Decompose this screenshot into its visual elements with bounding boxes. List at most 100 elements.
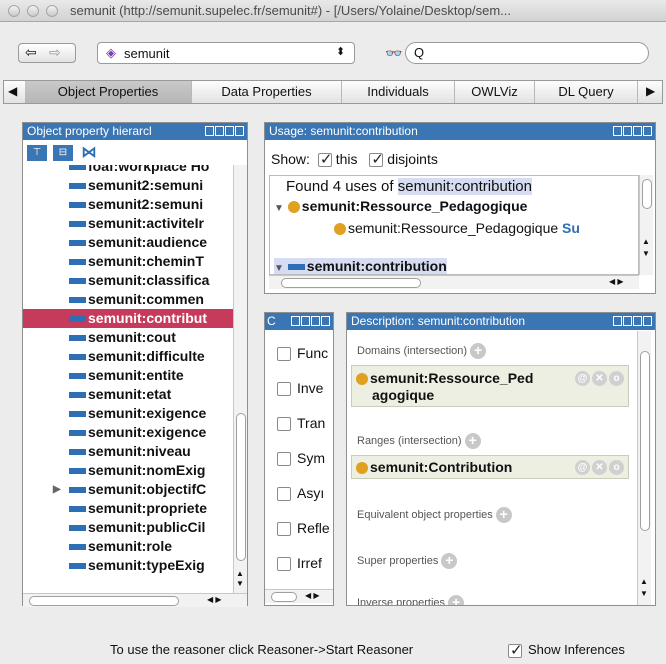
edit-icon[interactable]: o [609,460,624,475]
scroll-down-icon[interactable]: ▼ [236,579,244,588]
usage-panel: Usage: semunit:contribution Show: this d… [264,122,656,294]
panel-controls[interactable] [205,126,244,137]
hierarchy-item[interactable]: semunit:publicCil [23,518,233,537]
scroll-down-icon[interactable]: ▼ [642,249,650,258]
scroll-up-icon[interactable]: ▲ [642,237,650,246]
binoculars-icon[interactable]: 👓 [385,45,402,62]
hierarchy-item[interactable]: semunit:entite [23,366,233,385]
hierarchy-item[interactable]: semunit:role [23,537,233,556]
range-row[interactable]: semunit:Contribution @ ✕ o [351,455,629,479]
search-input[interactable]: Q [405,42,649,64]
close-window-button[interactable] [8,5,20,17]
hierarchy-item[interactable]: semunit:audience [23,233,233,252]
scroll-left-icon[interactable]: ◀ ▶ [305,591,320,600]
add-equivalent-icon[interactable]: + [495,507,512,523]
domain-row[interactable]: semunit:Ressource_Ped agogique @ ✕ o [351,365,629,407]
expand-triangle-icon[interactable]: ▶ [53,480,61,499]
hierarchy-item[interactable]: semunit:difficulte [23,347,233,366]
characteristic-checkbox[interactable] [277,452,291,467]
characteristic-checkbox[interactable] [277,417,291,432]
hierarchy-item[interactable]: foaf:workplace Ho [23,165,233,176]
hierarchy-item[interactable]: semunit:activiteIr [23,214,233,233]
show-disjoints-checkbox[interactable] [369,150,384,168]
add-inverse-icon[interactable]: + [448,595,465,605]
characteristic-checkbox[interactable] [277,382,291,397]
scroll-thumb[interactable] [642,179,652,209]
usage-tree-child[interactable]: semunit:Ressource_Pedagogique Su [334,220,580,236]
scroll-left-icon[interactable]: ◀ ▶ [609,277,624,286]
scroll-up-icon[interactable]: ▲ [640,577,648,586]
hierarchy-item[interactable]: semunit:exigence [23,423,233,442]
expand-triangle-icon[interactable]: ▼ [274,263,284,274]
panel-controls[interactable] [291,316,330,327]
hierarchy-item[interactable]: semunit:contribut [23,309,233,328]
hierarchy-item[interactable]: semunit:commen [23,290,233,309]
hierarchy-item[interactable]: semunit:propriete [23,499,233,518]
usage-horizontal-scrollbar[interactable]: ◀ ▶ [269,275,639,289]
add-range-icon[interactable]: + [464,433,481,449]
add-sibling-property-icon[interactable]: ⊟ [53,145,73,161]
hierarchy-item[interactable]: semunit:classifica [23,271,233,290]
zoom-window-button[interactable] [46,5,58,17]
edit-icon[interactable]: o [609,371,624,386]
description-vertical-scrollbar[interactable]: ▲ ▼ [637,331,651,605]
reasoner-hint: To use the reasoner click Reasoner->Star… [110,642,414,657]
delete-icon[interactable]: ✕ [592,371,607,386]
tab-individuals[interactable]: Individuals [342,81,455,103]
show-inferences-checkbox[interactable] [508,641,523,659]
characteristics-horizontal-scrollbar[interactable]: ◀ ▶ [265,589,333,603]
delete-icon[interactable]: ✕ [592,460,607,475]
scroll-up-icon[interactable]: ▲ [236,569,244,578]
characteristic-checkbox[interactable] [277,557,291,572]
expand-triangle-icon[interactable]: ▼ [274,203,284,214]
tab-dl-query[interactable]: DL Query [535,81,638,103]
hierarchy-item[interactable]: semunit:cout [23,328,233,347]
hierarchy-item[interactable]: semunit2:semuni [23,195,233,214]
tab-scroll-left-icon[interactable]: ◀ [8,84,17,98]
panel-controls[interactable] [613,126,652,137]
scroll-thumb[interactable] [271,592,297,602]
minimize-window-button[interactable] [27,5,39,17]
add-super-icon[interactable]: + [441,553,458,569]
hierarchy-item[interactable]: semunit:exigence [23,404,233,423]
annotate-icon[interactable]: @ [575,460,590,475]
tab-scroll-right-icon[interactable]: ▶ [646,84,655,98]
delete-property-icon[interactable]: ⋈ [79,145,99,161]
tab-object-properties[interactable]: Object Properties [25,81,192,103]
tab-data-properties[interactable]: Data Properties [192,81,342,103]
characteristic-label: Sym [297,450,325,466]
active-ontology-combo[interactable]: ◈ semunit ⬍ [97,42,355,64]
scroll-thumb[interactable] [236,413,246,561]
hierarchy-item[interactable]: semunit:cheminT [23,252,233,271]
characteristic-checkbox[interactable] [277,487,291,502]
hierarchy-item[interactable]: semunit:nomExig [23,461,233,480]
scroll-thumb[interactable] [29,596,179,606]
usage-tree-next[interactable]: ▼ semunit:contribution [274,258,447,274]
characteristic-checkbox[interactable] [277,522,291,537]
usage-vertical-scrollbar[interactable]: ▲ ▼ [639,175,653,275]
add-sub-property-icon[interactable]: ⊤ [27,145,47,161]
ontology-icon: ◈ [106,45,116,60]
hierarchy-item[interactable]: semunit:typeExig [23,556,233,575]
panel-controls[interactable] [613,316,652,327]
usage-tree-parent[interactable]: ▼ semunit:Ressource_Pedagogique [274,198,527,214]
hierarchy-horizontal-scrollbar[interactable]: ◀ ▶ [23,593,247,607]
characteristic-checkbox[interactable] [277,347,291,362]
scroll-left-icon[interactable]: ◀ ▶ [207,595,222,604]
forward-arrow-icon[interactable]: ⇨ [49,44,61,61]
scroll-thumb[interactable] [281,278,421,288]
hierarchy-item[interactable]: ▶ semunit:objectifC [23,480,233,499]
hierarchy-item[interactable]: semunit:niveau [23,442,233,461]
show-this-checkbox[interactable] [317,150,332,168]
characteristic-label: Func [297,345,329,361]
hierarchy-item[interactable]: semunit:etat [23,385,233,404]
back-arrow-icon[interactable]: ⇦ [25,44,37,61]
add-domain-icon[interactable]: + [470,343,487,359]
hierarchy-vertical-scrollbar[interactable]: ▲ ▼ [233,165,247,593]
hierarchy-item[interactable]: semunit2:semuni [23,176,233,195]
tab-owlviz[interactable]: OWLViz [455,81,535,103]
usage-show-row: Show: this disjoints [271,150,438,168]
annotate-icon[interactable]: @ [575,371,590,386]
scroll-thumb[interactable] [640,351,650,531]
scroll-down-icon[interactable]: ▼ [640,589,648,598]
